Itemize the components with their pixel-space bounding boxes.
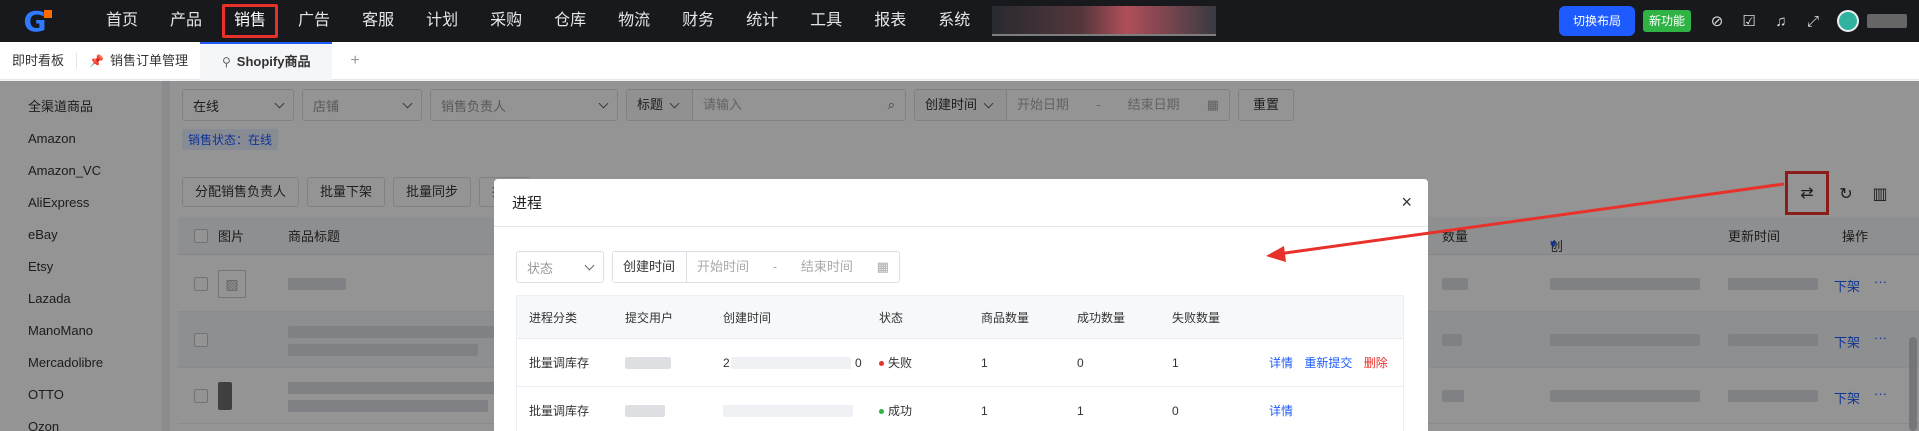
process-dialog: 进程 × 状态 创建时间 开始时间 - 结束时间 ▦ 进程分类 提交用户 创建时… <box>494 179 1428 431</box>
detail-link[interactable]: 详情 <box>1269 404 1293 418</box>
logo-letter: G <box>23 4 47 38</box>
nav-menu: 首页 产品 销售 广告 客服 计划 采购 仓库 物流 财务 统计 工具 报表 系… <box>90 0 986 42</box>
col-status: 状态 <box>879 310 904 325</box>
nav-item-sales[interactable]: 销售 <box>218 0 282 42</box>
row-actions: 详情 <box>1269 402 1301 419</box>
process-status-select[interactable]: 状态 <box>516 251 604 283</box>
new-feature-button[interactable]: 新功能 <box>1642 10 1691 32</box>
tab-shopify-products[interactable]: ⚲ Shopify商品 <box>199 41 333 80</box>
end-time-placeholder: 结束时间 <box>800 259 853 274</box>
top-right-tools: 切换布局 新功能 ⊘ ☑ ♫ ⤢ <box>1558 0 1919 42</box>
resubmit-link[interactable]: 重新提交 <box>1304 356 1352 370</box>
nav-item-purchase[interactable]: 采购 <box>474 0 538 42</box>
top-navigation: G 首页 产品 销售 广告 客服 计划 采购 仓库 物流 财务 统计 工具 报表… <box>0 0 1919 42</box>
blurred-username[interactable] <box>1867 14 1907 28</box>
calendar-icon: ▦ <box>876 259 889 274</box>
process-row: 批量调库存 成功 1 1 0 详情 <box>517 386 1403 431</box>
tab-dashboard[interactable]: 即时看板 <box>0 42 76 80</box>
add-tab-button[interactable]: + <box>350 52 359 70</box>
dialog-title: 进程 <box>512 195 543 212</box>
row-category: 批量调库存 <box>529 404 590 418</box>
blurred-submitter <box>625 357 671 369</box>
switch-layout-button[interactable]: 切换布局 <box>1558 6 1635 36</box>
nav-item-reports[interactable]: 报表 <box>858 0 922 42</box>
status-dot-icon <box>879 361 884 367</box>
avatar[interactable] <box>1837 10 1859 32</box>
row-qty: 1 <box>981 403 988 418</box>
pin-icon: ⚲ <box>221 54 231 69</box>
status-text: 失败 <box>888 356 913 370</box>
app-logo[interactable]: G <box>12 0 64 42</box>
row-created-suffix: 0 <box>855 355 862 370</box>
nav-item-tools[interactable]: 工具 <box>794 0 858 42</box>
process-date-group: 创建时间 开始时间 - 结束时间 ▦ <box>612 251 900 283</box>
row-success: 1 <box>1077 403 1084 418</box>
row-qty: 1 <box>981 355 988 370</box>
tab-sales-orders[interactable]: 📌 销售订单管理 <box>77 42 200 80</box>
process-status-placeholder: 状态 <box>527 260 554 276</box>
tab-bar: 即时看板 📌 销售订单管理 ⚲ Shopify商品 + <box>0 41 1919 80</box>
dialog-filters: 状态 创建时间 开始时间 - 结束时间 ▦ <box>516 251 900 283</box>
row-category: 批量调库存 <box>529 356 590 370</box>
delete-link[interactable]: 删除 <box>1364 356 1388 370</box>
row-actions: 详情 重新提交 删除 <box>1269 354 1388 371</box>
fullscreen-icon[interactable]: ⤢ <box>1797 13 1829 30</box>
detail-link[interactable]: 详情 <box>1269 356 1293 370</box>
row-fail: 0 <box>1172 403 1179 418</box>
nav-item-logistics[interactable]: 物流 <box>602 0 666 42</box>
process-row: 批量调库存 2 0 失败 1 0 1 详情 重新提交 删除 <box>517 338 1403 386</box>
nav-item-plan[interactable]: 计划 <box>410 0 474 42</box>
close-icon[interactable]: × <box>1401 192 1412 213</box>
status-failed: 失败 <box>879 354 912 371</box>
row-created-prefix: 2 <box>723 355 730 370</box>
dialog-header: 进程 × <box>494 179 1428 227</box>
task-check-icon[interactable]: ☑ <box>1733 12 1765 30</box>
col-fail-count: 失败数量 <box>1172 310 1221 325</box>
row-success: 0 <box>1077 355 1084 370</box>
process-date-range[interactable]: 开始时间 - 结束时间 ▦ <box>687 252 899 282</box>
start-time-placeholder: 开始时间 <box>697 259 750 274</box>
nav-item-stats[interactable]: 统计 <box>730 0 794 42</box>
row-fail: 1 <box>1172 355 1179 370</box>
col-success-count: 成功数量 <box>1077 310 1126 325</box>
col-submitter: 提交用户 <box>625 310 674 325</box>
status-success: 成功 <box>879 402 912 419</box>
blurred-created-time <box>731 357 851 369</box>
col-item-count: 商品数量 <box>981 310 1030 325</box>
bell-icon[interactable]: ♫ <box>1765 13 1797 30</box>
tab-shopify-label: Shopify商品 <box>236 53 311 69</box>
status-dot-icon <box>879 409 884 415</box>
status-text: 成功 <box>888 404 913 418</box>
blurred-submitter <box>625 405 665 417</box>
col-process-type: 进程分类 <box>529 310 578 325</box>
tab-sales-orders-label: 销售订单管理 <box>109 52 188 68</box>
blurred-created-time <box>723 405 853 417</box>
process-table: 进程分类 提交用户 创建时间 状态 商品数量 成功数量 失败数量 批量调库存 2… <box>516 295 1404 431</box>
chevron-down-icon <box>584 260 595 270</box>
pin-icon: 📌 <box>89 53 104 68</box>
nav-item-finance[interactable]: 财务 <box>666 0 730 42</box>
tab-dashboard-label: 即时看板 <box>12 52 65 68</box>
col-process-created: 创建时间 <box>723 310 772 325</box>
blurred-nav-region <box>992 6 1216 36</box>
help-icon[interactable]: ⊘ <box>1701 12 1733 30</box>
nav-item-system[interactable]: 系统 <box>922 0 986 42</box>
process-date-label: 创建时间 <box>613 252 687 282</box>
date-dash: - <box>772 259 778 274</box>
nav-item-warehouse[interactable]: 仓库 <box>538 0 602 42</box>
process-table-header: 进程分类 提交用户 创建时间 状态 商品数量 成功数量 失败数量 <box>517 296 1403 338</box>
nav-item-products[interactable]: 产品 <box>154 0 218 42</box>
nav-item-ads[interactable]: 广告 <box>282 0 346 42</box>
nav-item-home[interactable]: 首页 <box>90 0 154 42</box>
nav-item-support[interactable]: 客服 <box>346 0 410 42</box>
process-date-label-text: 创建时间 <box>623 259 676 274</box>
logo-accent <box>44 10 53 18</box>
